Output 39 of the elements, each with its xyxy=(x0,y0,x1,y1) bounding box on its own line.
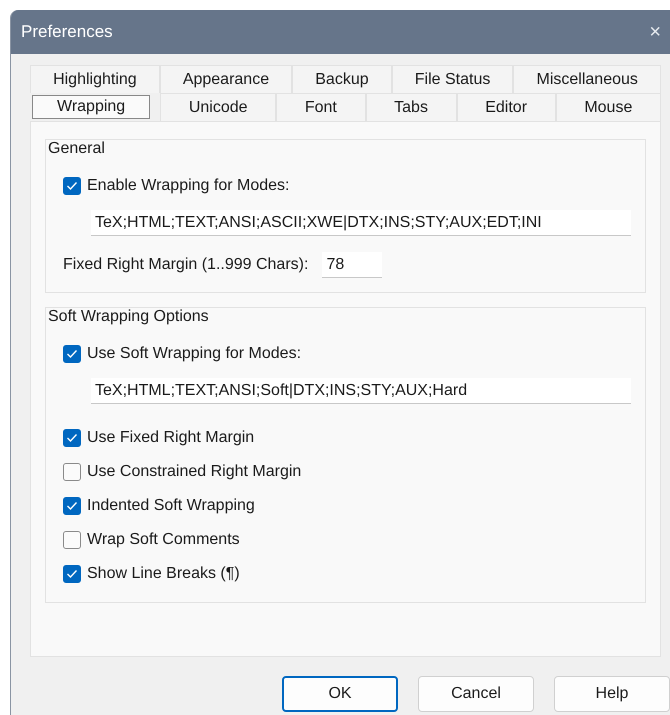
check-icon xyxy=(66,433,78,443)
check-icon xyxy=(66,501,78,511)
tab[interactable]: Appearance xyxy=(160,65,292,93)
window-title: Preferences xyxy=(21,22,113,42)
checkbox[interactable] xyxy=(63,177,81,195)
checkbox-label: Wrap Soft Comments xyxy=(87,531,240,549)
dialog-button[interactable]: OK xyxy=(282,676,398,712)
checkbox-label: Indented Soft Wrapping xyxy=(87,497,255,515)
checkbox[interactable] xyxy=(63,565,81,583)
checkbox-label: Use Soft Wrapping for Modes: xyxy=(87,345,302,363)
input-field[interactable]: TeX;HTML;TEXT;ANSI;ASCII;XWE|DTX;INS;STY;AUX;EDT;INI xyxy=(91,210,631,236)
tab[interactable]: Tabs xyxy=(366,93,457,121)
tab[interactable]: Wrapping xyxy=(32,95,150,119)
dialog-button[interactable]: Cancel xyxy=(418,676,534,712)
input-field[interactable]: TeX;HTML;TEXT;ANSI;Soft|DTX;INS;STY;AUX;Hard xyxy=(91,378,631,404)
check-icon xyxy=(66,181,78,191)
tab[interactable]: Mouse xyxy=(556,93,662,121)
tab[interactable]: File Status xyxy=(392,65,514,93)
checkbox-label: Enable Wrapping for Modes: xyxy=(87,177,290,195)
checkbox[interactable] xyxy=(63,531,81,549)
tab[interactable]: Backup xyxy=(292,65,392,93)
tab[interactable]: Font xyxy=(276,93,366,121)
checkbox[interactable] xyxy=(63,497,81,515)
checkbox-label: Show Line Breaks (¶) xyxy=(87,565,240,583)
tab[interactable]: Unicode xyxy=(160,93,276,121)
tab[interactable]: Editor xyxy=(456,93,556,121)
tab[interactable]: Miscellaneous xyxy=(513,65,661,93)
checkbox[interactable] xyxy=(63,345,81,363)
check-icon xyxy=(66,569,78,579)
field-label: Fixed Right Margin (1..999 Chars): xyxy=(63,256,308,274)
tab[interactable]: Highlighting xyxy=(30,65,160,93)
checkbox[interactable] xyxy=(63,463,81,481)
checkbox[interactable] xyxy=(63,429,81,447)
close-button[interactable]: × xyxy=(649,20,661,44)
checkbox-label: Use Constrained Right Margin xyxy=(87,463,302,481)
dialog-button[interactable]: Help xyxy=(554,676,670,712)
input-field[interactable]: 78 xyxy=(322,252,382,278)
check-icon xyxy=(66,349,78,359)
checkbox-label: Use Fixed Right Margin xyxy=(87,429,254,447)
